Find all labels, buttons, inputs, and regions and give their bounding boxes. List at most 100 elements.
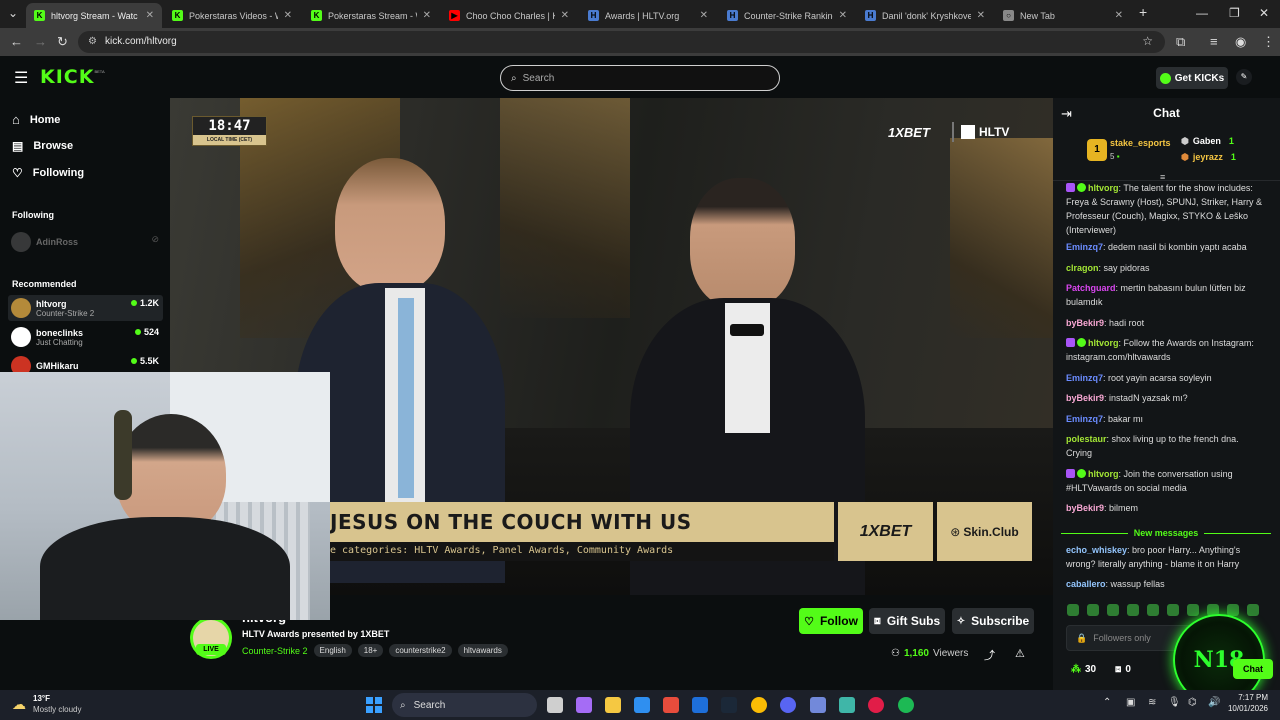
leaderboard-top2[interactable]: ⬢ Gaben 1	[1181, 136, 1234, 147]
close-tab-icon[interactable]: ✕	[146, 10, 154, 21]
chrome-icon[interactable]	[751, 697, 767, 713]
tag-counterstrike2[interactable]: counterstrike2	[389, 644, 452, 657]
sidebar-item-following[interactable]: ♡ Following	[12, 166, 84, 180]
chat-username[interactable]: caballero	[1066, 579, 1106, 589]
back-icon[interactable]: ←	[10, 34, 23, 49]
close-tab-icon[interactable]: ✕	[700, 10, 708, 21]
menu-icon[interactable]: ⋮	[1262, 34, 1275, 50]
recommended-channel[interactable]: boneclinks Just Chatting 524	[8, 324, 163, 350]
app-icon[interactable]	[839, 697, 855, 713]
recommended-channel[interactable]: hltvorg Counter-Strike 2 1.2K	[8, 295, 163, 321]
minimize-icon[interactable]: —	[1196, 6, 1208, 20]
close-tab-icon[interactable]: ✕	[839, 10, 847, 21]
clock-date-taskbar[interactable]: 10/01/2026	[1222, 704, 1268, 713]
chat-username[interactable]: byBekir9	[1066, 318, 1104, 328]
network-icon[interactable]: ⌬	[1188, 697, 1197, 708]
category-link[interactable]: Counter-Strike 2	[242, 646, 308, 656]
tag-18plus[interactable]: 18+	[357, 644, 384, 657]
sidebar-item-home[interactable]: ⌂ Home	[12, 112, 60, 127]
browser-tab[interactable]: K Pokerstaras Stream - Wat ✕	[303, 3, 439, 28]
steam-icon[interactable]	[721, 697, 737, 713]
tray-chevron-icon[interactable]: ⌃	[1103, 697, 1111, 708]
chat-username[interactable]: Eminzq7	[1066, 242, 1103, 252]
chat-username[interactable]: byBekir9	[1066, 393, 1104, 403]
chat-username[interactable]: polestaur	[1066, 434, 1107, 444]
close-tab-icon[interactable]: ✕	[561, 10, 569, 21]
emote-icon[interactable]	[1087, 604, 1099, 616]
browser-tab[interactable]: ▶ Choo Choo Charles | KILL ✕	[441, 3, 577, 28]
chat-username[interactable]: Patchguard	[1066, 283, 1116, 293]
weather-icon[interactable]: ☁	[12, 696, 26, 713]
chat-username[interactable]: byBekir9	[1066, 503, 1104, 513]
windows-start-icon[interactable]	[366, 697, 382, 713]
subscribe-button[interactable]: ✧ Subscribe	[952, 608, 1034, 634]
browser-tab[interactable]: ○ New Tab ✕	[995, 3, 1131, 28]
emote-icon[interactable]	[1247, 604, 1259, 616]
url-text[interactable]: kick.com/hltvorg	[105, 36, 177, 47]
chat-username[interactable]: hltvorg	[1088, 183, 1119, 193]
file-explorer-icon[interactable]	[605, 697, 621, 713]
share-icon[interactable]: ⤴	[984, 647, 995, 663]
extensions-icon[interactable]: ⧉	[1176, 34, 1185, 50]
emote-strip[interactable]	[1067, 604, 1267, 616]
close-tab-icon[interactable]: ✕	[977, 10, 985, 21]
tag-hltvawards[interactable]: hltvawards	[457, 644, 508, 657]
tag-english[interactable]: English	[313, 644, 352, 657]
taskbar-search[interactable]: ⌕ Search	[392, 693, 537, 717]
app-icon[interactable]	[810, 697, 826, 713]
address-bar[interactable]: ⚙ kick.com/hltvorg ☆	[78, 31, 1165, 53]
volume-icon[interactable]: 🔊	[1208, 697, 1220, 708]
weather-desc[interactable]: Mostly cloudy	[33, 705, 81, 714]
browser-tab[interactable]: Khltvorg Stream - Watc ✕	[26, 3, 162, 28]
close-tab-icon[interactable]: ✕	[284, 10, 292, 21]
site-info-icon[interactable]: ⚙	[88, 36, 97, 47]
browser-tab[interactable]: H Counter-Strike Ranking | ✕	[719, 3, 855, 28]
leaderboard-top1-name[interactable]: stake_esports	[1110, 138, 1171, 148]
search-input[interactable]: ⌕ Search	[500, 65, 780, 91]
emote-icon[interactable]	[1187, 604, 1199, 616]
kick-logo[interactable]: KICK BETA	[40, 66, 105, 88]
sidebar-item-browse[interactable]: ▤ Browse	[12, 139, 73, 153]
reading-list-icon[interactable]: ≡	[1210, 34, 1218, 49]
spotify-icon[interactable]	[898, 697, 914, 713]
emote-icon[interactable]	[1127, 604, 1139, 616]
emote-icon[interactable]	[1147, 604, 1159, 616]
clock-time-taskbar[interactable]: 7:17 PM	[1230, 693, 1268, 702]
task-view-icon[interactable]	[547, 697, 563, 713]
gift-subs-button[interactable]: ⧈ Gift Subs	[869, 608, 945, 634]
chat-username[interactable]: hltvorg	[1088, 338, 1119, 348]
profile-icon[interactable]: ◉	[1235, 34, 1246, 50]
tray-app-icon[interactable]: ▣	[1126, 697, 1135, 708]
close-tab-icon[interactable]: ✕	[423, 10, 431, 21]
browser-tab[interactable]: K Pokerstaras Videos - Watc ✕	[164, 3, 300, 28]
tab-search-icon[interactable]: ⌄	[8, 6, 18, 20]
report-icon[interactable]: ⚠	[1015, 647, 1025, 660]
discord-icon[interactable]	[780, 697, 796, 713]
following-item-adinross[interactable]: AdinRoss ⊘	[8, 229, 163, 255]
bookmark-star-icon[interactable]: ☆	[1142, 34, 1153, 48]
emote-icon[interactable]	[1067, 604, 1079, 616]
emote-icon[interactable]	[1107, 604, 1119, 616]
chat-username[interactable]: Eminzq7	[1066, 373, 1103, 383]
gift-count[interactable]: ⧈ 0	[1115, 664, 1131, 675]
user-avatar[interactable]: ✎	[1236, 69, 1252, 85]
new-tab-icon[interactable]: +	[1139, 4, 1147, 20]
emote-icon[interactable]	[1167, 604, 1179, 616]
channel-points[interactable]: ⁂ 30	[1071, 664, 1096, 675]
outlook-icon[interactable]	[692, 697, 708, 713]
browser-tab[interactable]: H Danil 'donk' Kryshkovets ✕	[857, 3, 993, 28]
chat-username[interactable]: hltvorg	[1088, 469, 1119, 479]
weather-temp[interactable]: 13°F	[33, 694, 50, 703]
hamburger-icon[interactable]: ☰	[14, 68, 28, 88]
close-window-icon[interactable]: ✕	[1259, 6, 1269, 20]
edge-icon[interactable]	[634, 697, 650, 713]
close-tab-icon[interactable]: ✕	[1115, 10, 1123, 21]
follow-button[interactable]: ♡ Follow	[799, 608, 863, 634]
chat-username[interactable]: Eminzq7	[1066, 414, 1103, 424]
get-kicks-button[interactable]: Get KICKs	[1156, 67, 1228, 89]
forward-icon[interactable]: →	[34, 34, 47, 49]
leaderboard-top3[interactable]: ⬢ jeyrazz 1	[1181, 152, 1236, 163]
reload-icon[interactable]: ↻	[57, 34, 68, 50]
store-icon[interactable]	[663, 697, 679, 713]
browser-tab[interactable]: H Awards | HLTV.org ✕	[580, 3, 716, 28]
